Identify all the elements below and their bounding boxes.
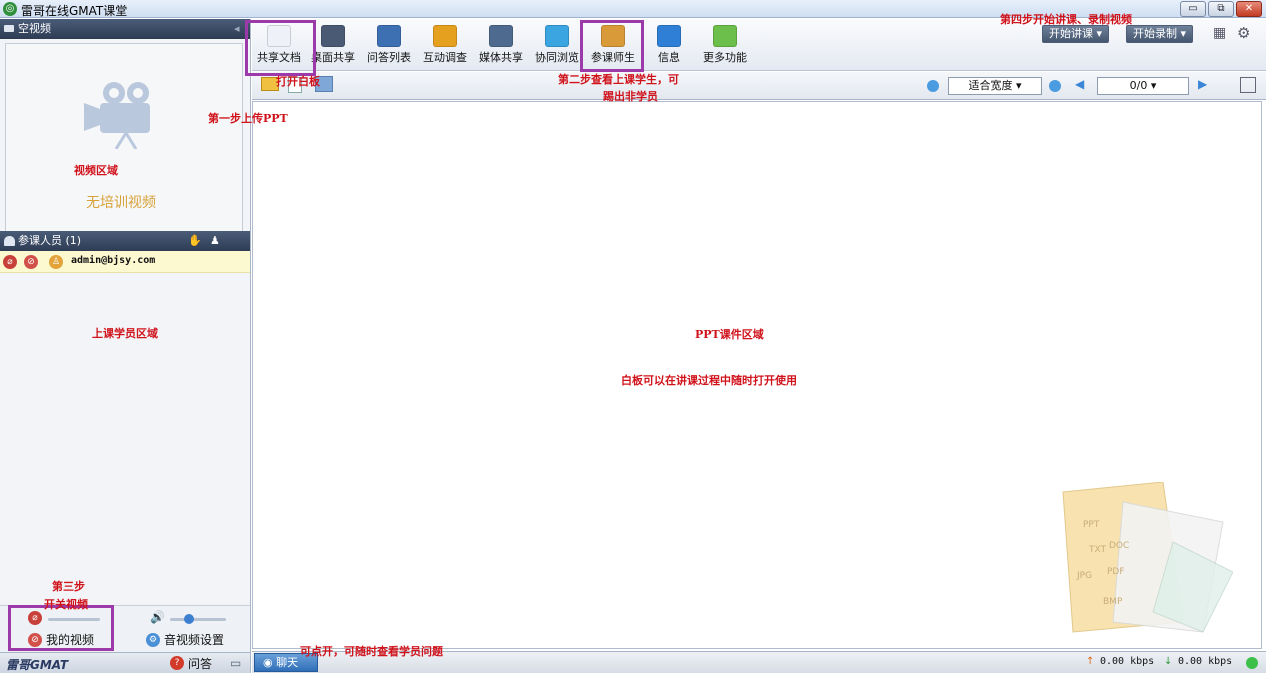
- desktop-icon: [321, 25, 345, 47]
- qa-list-icon: [377, 25, 401, 47]
- camera-small-icon: [4, 25, 14, 32]
- toolbar-button-2[interactable]: 问答列表: [362, 21, 416, 69]
- step3-annotation-line1: 第三步: [52, 580, 85, 593]
- mic-off-icon[interactable]: ⌀: [3, 255, 17, 269]
- open-whiteboard-annotation: 打开白板: [276, 75, 320, 88]
- step2-annotation-line2: 踢出非学员: [603, 90, 658, 103]
- minimize-button[interactable]: ▭: [1180, 1, 1206, 17]
- start-lecture-label: 开始讲课: [1049, 27, 1093, 40]
- step2-annotation-line1: 第二步查看上课学生，可: [558, 73, 679, 86]
- qa-label: 问答: [188, 656, 213, 671]
- logo-bar: 雷哥GMAT ? 问答 ▭: [0, 652, 250, 673]
- speaker-icon: 🔊: [150, 610, 165, 624]
- speaker-volume-slider[interactable]: [170, 614, 226, 624]
- teacher-icon: ♙: [49, 255, 63, 269]
- fit-width-value: 适合宽度: [968, 79, 1013, 92]
- toolbar-button-4[interactable]: 媒体共享: [474, 21, 528, 69]
- camera-icon: [84, 82, 150, 149]
- layout-grid-icon[interactable]: ▦: [1213, 25, 1226, 41]
- group-icon[interactable]: ♟: [210, 231, 220, 251]
- ie-icon: [545, 25, 569, 47]
- media-icon: [489, 25, 513, 47]
- next-page-icon[interactable]: ▶: [1198, 77, 1207, 91]
- av-settings-label: 音视频设置: [164, 633, 225, 647]
- participants-header-label: 参课人员 (1): [18, 234, 82, 247]
- bar-chart-icon: [433, 25, 457, 47]
- collapse-icon[interactable]: ◂: [234, 19, 240, 39]
- raise-hand-icon[interactable]: ✋: [188, 231, 202, 251]
- video-off-icon[interactable]: ⊘: [24, 255, 38, 269]
- fit-width-select[interactable]: 适合宽度 ▾: [948, 77, 1042, 95]
- qa-tab[interactable]: ? 问答 ▭: [130, 653, 244, 673]
- no-video-text: 无培训视频: [86, 195, 156, 211]
- av-settings-button[interactable]: ⚙ 音视频设置: [146, 631, 224, 648]
- prev-page-icon[interactable]: ◀: [1075, 77, 1084, 91]
- highlight-share-doc: [245, 20, 316, 76]
- file-type-pdf: PDF: [1107, 567, 1125, 577]
- toolbar-button-8[interactable]: 更多功能: [698, 21, 752, 69]
- whiteboard-annotation: 白板可以在讲课过程中随时打开使用: [621, 374, 797, 387]
- page-indicator: 0/0: [1129, 79, 1148, 92]
- file-type-txt: TXT: [1088, 545, 1107, 555]
- file-type-doc: DOC: [1109, 541, 1129, 551]
- chat-annotation: 可点开，可随时查看学员问题: [300, 645, 443, 658]
- fullscreen-icon[interactable]: [1240, 77, 1256, 93]
- settings-icon[interactable]: ⚙: [1237, 24, 1250, 42]
- close-button[interactable]: ✕: [1236, 1, 1262, 17]
- zoom-out-icon[interactable]: [1049, 80, 1061, 92]
- toolbar-button-3[interactable]: 互动调查: [418, 21, 472, 69]
- app-logo-icon: ◎: [3, 2, 17, 16]
- zoom-in-icon[interactable]: [927, 80, 939, 92]
- info-icon: [657, 25, 681, 47]
- step4-annotation: 第四步开始讲课、录制视频: [1000, 13, 1132, 26]
- document-toolbar: 适合宽度 ▾ ◀ 0/0 ▾ ▶: [252, 72, 1266, 100]
- toolbar-button-label: 更多功能: [703, 51, 747, 64]
- connection-status-icon: [1246, 657, 1258, 669]
- chat-label: 聊天: [276, 656, 299, 669]
- file-type-jpg: JPG: [1076, 571, 1092, 581]
- toolbar-button-label: 协同浏览: [535, 51, 579, 64]
- upload-rate: 0.00 kbps: [1100, 656, 1155, 667]
- file-type-ppt: PPT: [1083, 520, 1100, 530]
- step1-annotation: 第一步上传PPT: [208, 112, 288, 125]
- toolbar-button-5[interactable]: 协同浏览: [530, 21, 584, 69]
- upload-arrow-icon: ↑: [1086, 656, 1095, 667]
- grid-icon: [713, 25, 737, 47]
- highlight-participants: [580, 20, 644, 72]
- video-area: 视频区域 无培训视频: [5, 43, 243, 241]
- page-select[interactable]: 0/0 ▾: [1097, 77, 1189, 95]
- download-rate: 0.00 kbps: [1178, 656, 1233, 667]
- video-panel-header: 空视频 ◂: [0, 19, 250, 39]
- window-title: 雷哥在线GMAT课堂: [21, 4, 128, 18]
- file-type-bmp: BMP: [1103, 597, 1123, 607]
- toolbar-button-label: 互动调查: [423, 51, 467, 64]
- toolbar-button-label: 问答列表: [367, 51, 411, 64]
- toolbar-button-label: 媒体共享: [479, 51, 523, 64]
- brand-logo: 雷哥GMAT: [6, 658, 69, 672]
- video-header-label: 空视频: [18, 22, 51, 35]
- people-icon: [4, 236, 15, 246]
- download-arrow-icon: ↓: [1164, 656, 1173, 667]
- settings-gear-icon: ⚙: [146, 632, 160, 647]
- participant-row[interactable]: ⌀ ⊘ ♙ admin@bjsy.com: [0, 251, 250, 273]
- step3-annotation-line2: 开关视频: [44, 598, 88, 611]
- start-record-button[interactable]: 开始录制 ▾: [1126, 25, 1194, 43]
- maximize-button[interactable]: ⧉: [1208, 1, 1234, 17]
- start-record-label: 开始录制: [1133, 27, 1177, 40]
- start-lecture-button[interactable]: 开始讲课 ▾: [1042, 25, 1110, 43]
- question-icon: ?: [170, 656, 184, 670]
- student-area-annotation: 上课学员区域: [92, 327, 158, 340]
- file-types-illustration: PPT TXT DOC JPG PDF BMP: [1062, 482, 1233, 633]
- participant-name: admin@bjsy.com: [71, 255, 156, 266]
- ppt-document-area[interactable]: PPT课件区域 白板可以在讲课过程中随时打开使用 PPT TXT DOC JPG…: [252, 101, 1262, 649]
- minimize-panel-icon[interactable]: ▭: [230, 656, 241, 670]
- speaker-volume-thumb[interactable]: [184, 614, 194, 624]
- toolbar-button-7[interactable]: 信息: [642, 21, 696, 69]
- toolbar-button-label: 信息: [658, 51, 680, 64]
- ppt-area-annotation: PPT课件区域: [695, 328, 764, 341]
- video-area-annotation: 视频区域: [74, 164, 118, 177]
- participants-header: 参课人员 (1) ✋ ♟: [0, 231, 250, 251]
